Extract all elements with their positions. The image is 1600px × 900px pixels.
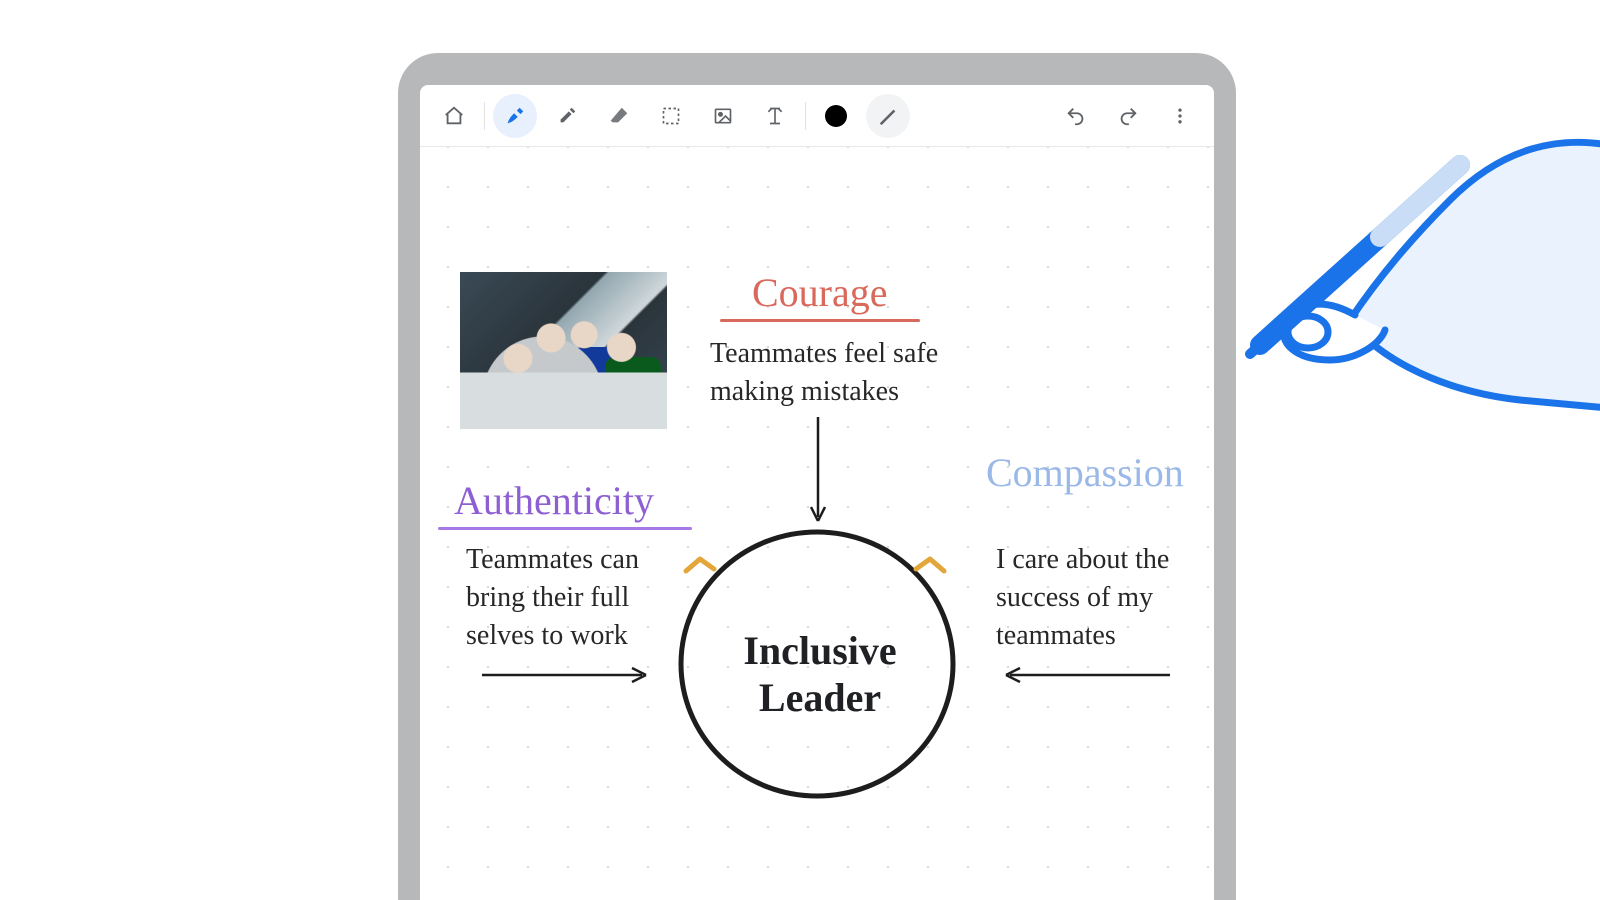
tool-group-drawing bbox=[493, 94, 797, 138]
home-button[interactable] bbox=[432, 94, 476, 138]
eraser-tool-button[interactable] bbox=[597, 94, 641, 138]
drawing-canvas[interactable]: Courage Teammates feel safe making mista… bbox=[420, 147, 1214, 900]
underline-courage bbox=[720, 319, 920, 322]
insert-image-button[interactable] bbox=[701, 94, 745, 138]
tick-mark-left bbox=[680, 545, 720, 585]
text-courage-body[interactable]: Teammates feel safe making mistakes bbox=[710, 335, 970, 411]
stylus-hand-illustration bbox=[1200, 110, 1600, 430]
pen-tool-button[interactable] bbox=[493, 94, 537, 138]
tool-group-style bbox=[814, 94, 910, 138]
tool-group-history bbox=[1054, 94, 1202, 138]
heading-compassion[interactable]: Compassion bbox=[986, 449, 1184, 496]
color-swatch-icon bbox=[825, 105, 847, 127]
heading-courage[interactable]: Courage bbox=[752, 269, 888, 316]
app-screen: Courage Teammates feel safe making mista… bbox=[420, 85, 1214, 900]
tick-mark-right bbox=[910, 545, 950, 585]
toolbar bbox=[420, 85, 1214, 147]
stroke-color-button[interactable] bbox=[814, 94, 858, 138]
text-authenticity-body[interactable]: Teammates can bring their full selves to… bbox=[466, 541, 676, 654]
text-compassion-body[interactable]: I care about the success of my teammates bbox=[996, 541, 1206, 654]
arrow-down-icon bbox=[808, 417, 828, 527]
redo-button[interactable] bbox=[1106, 94, 1150, 138]
insert-textbox-button[interactable] bbox=[753, 94, 797, 138]
toolbar-separator bbox=[484, 102, 485, 130]
arrow-right-icon bbox=[482, 665, 652, 685]
center-label-line1: Inclusive bbox=[720, 627, 920, 674]
selection-tool-button[interactable] bbox=[649, 94, 693, 138]
tablet-frame: Courage Teammates feel safe making mista… bbox=[398, 53, 1236, 900]
more-menu-button[interactable] bbox=[1158, 94, 1202, 138]
underline-authenticity bbox=[438, 527, 692, 530]
center-label-line2: Leader bbox=[720, 674, 920, 721]
heading-authenticity[interactable]: Authenticity bbox=[454, 477, 654, 524]
arrow-left-icon bbox=[1000, 665, 1170, 685]
undo-button[interactable] bbox=[1054, 94, 1098, 138]
center-label[interactable]: Inclusive Leader bbox=[720, 627, 920, 721]
stroke-width-button[interactable] bbox=[866, 94, 910, 138]
toolbar-separator bbox=[805, 102, 806, 130]
marker-tool-button[interactable] bbox=[545, 94, 589, 138]
inserted-photo[interactable] bbox=[460, 272, 667, 429]
